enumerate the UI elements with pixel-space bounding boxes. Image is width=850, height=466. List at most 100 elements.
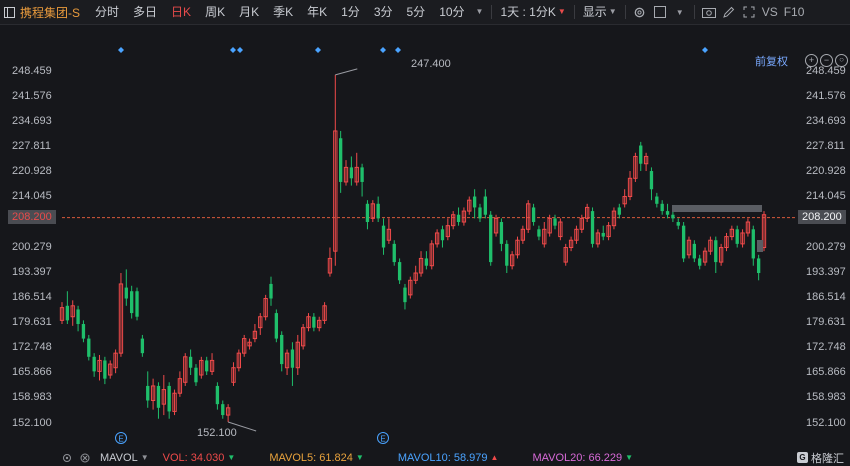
- color-box-icon[interactable]: [650, 0, 670, 24]
- high-price-leader: [335, 68, 358, 76]
- candle-body-down: [665, 211, 670, 215]
- candle-body-down: [221, 404, 225, 416]
- tab-1min[interactable]: 1分: [334, 0, 367, 24]
- candle-body-down: [660, 203, 664, 212]
- candle-body-down: [103, 360, 107, 379]
- settings-icon[interactable]: [630, 0, 650, 24]
- indicator-bar: MAVOL ▼ VOL: 34.030 ▼ MAVOL5: 61.824 ▼ M…: [0, 450, 850, 465]
- price-axis-right-tick: 152.100: [806, 417, 846, 429]
- price-axis-left-tick: 186.514: [12, 291, 52, 303]
- candle-body-down: [531, 207, 536, 223]
- current-price-tag: 208.200: [798, 210, 846, 224]
- candle-body-down: [92, 356, 96, 372]
- candle-body-down: [146, 385, 150, 401]
- mavol20-label: MAVOL20: 66.229: [532, 451, 623, 464]
- price-axis-left-current: 208.200: [8, 210, 56, 224]
- mavol20-value: MAVOL20: 66.229 ▼: [532, 452, 633, 464]
- gear-icon[interactable]: [58, 450, 76, 465]
- price-axis-left-tick: 193.397: [12, 266, 52, 278]
- price-axis-right-tick: 172.748: [806, 341, 846, 353]
- candle-body-down: [290, 349, 295, 368]
- chart-toolbar: 携程集团-S 分时 多日 日K 周K 月K 季K 年K 1分 3分 5分 10分…: [0, 0, 850, 25]
- high-price-annotation: 247.400: [411, 58, 451, 70]
- indicator-select[interactable]: MAVOL ▼: [100, 452, 149, 464]
- vol-value: VOL: 34.030 ▼: [163, 452, 236, 464]
- price-band: [672, 205, 762, 212]
- range-select[interactable]: 1天 : 1分K ▼: [496, 0, 569, 24]
- candle-body-down: [671, 214, 675, 219]
- mavol10-label: MAVOL10: 58.979: [397, 451, 488, 464]
- price-band: [757, 240, 763, 252]
- tab-intraday[interactable]: 分时: [88, 0, 126, 24]
- sidebar-toggle-icon[interactable]: [0, 0, 18, 24]
- candle-body-down: [601, 232, 605, 237]
- candle-body-down: [76, 309, 80, 325]
- price-axis-right-tick: 193.397: [806, 266, 846, 278]
- candle-body-down: [537, 229, 541, 237]
- price-axis-right-tick: 200.279: [806, 241, 846, 253]
- price-axis-left-tick: 227.811: [12, 140, 51, 152]
- mavol10-value: MAVOL10: 58.979 ▲: [398, 452, 499, 464]
- tab-monthly-k[interactable]: 月K: [232, 0, 266, 24]
- candle-body-down: [698, 258, 702, 266]
- toolbar-divider: [491, 5, 493, 19]
- price-axis-left-tick: 179.631: [12, 316, 52, 328]
- tab-quarterly-k[interactable]: 季K: [266, 0, 300, 24]
- candle-body-down: [676, 222, 680, 226]
- price-axis-left-tick: 220.928: [12, 165, 52, 177]
- tab-yearly-k[interactable]: 年K: [300, 0, 334, 24]
- candle-body-down: [489, 214, 493, 263]
- candle-body-down: [312, 316, 316, 328]
- candle-body-down: [135, 291, 139, 317]
- candle-body-down: [376, 203, 380, 219]
- kline-chart[interactable]: EE 前复权 + − ○ 248.459 241.576 234.693 227…: [0, 25, 850, 450]
- event-diamond-icon: [395, 47, 401, 53]
- pencil-icon[interactable]: [719, 0, 739, 24]
- event-diamond-icon: [315, 47, 321, 53]
- tab-multi-day[interactable]: 多日: [126, 0, 164, 24]
- candle-body-down: [167, 385, 171, 412]
- price-axis-right-tick: 241.576: [806, 90, 846, 102]
- candle-body-down: [505, 243, 509, 266]
- close-icon[interactable]: [76, 450, 94, 465]
- candle-body-down: [655, 196, 659, 204]
- event-diamond-icon: [118, 47, 124, 53]
- event-diamond-icon: [380, 47, 386, 53]
- candle-body-down: [65, 305, 70, 321]
- chevron-down-icon: ▼: [140, 453, 149, 462]
- low-price-annotation: 152.100: [197, 427, 237, 439]
- tab-3min[interactable]: 3分: [367, 0, 400, 24]
- tab-daily-k[interactable]: 日K: [164, 0, 198, 24]
- candle-body-down: [81, 324, 86, 339]
- camera-icon[interactable]: [699, 0, 719, 24]
- candle-body-down: [499, 222, 504, 244]
- event-diamond-icon: [230, 47, 236, 53]
- price-axis-right-tick: 214.045: [806, 190, 846, 202]
- f10-button[interactable]: F10: [781, 0, 808, 24]
- price-axis-left-tick: 241.576: [12, 90, 52, 102]
- brand-logo: G 格隆汇: [797, 450, 844, 465]
- display-dropdown[interactable]: 显示 ▼: [579, 0, 621, 24]
- candle-body-down: [751, 229, 755, 259]
- period-more-dropdown[interactable]: ▼: [472, 0, 488, 24]
- compare-button[interactable]: VS: [759, 0, 781, 24]
- display-label: 显示: [582, 5, 607, 19]
- tab-weekly-k[interactable]: 周K: [198, 0, 232, 24]
- price-axis-right-tick: 234.693: [806, 115, 846, 127]
- candle-body-down: [478, 207, 482, 219]
- chevron-down-icon[interactable]: ▼: [670, 0, 690, 24]
- down-arrow-icon: ▼: [625, 453, 634, 462]
- candle-body-down: [215, 385, 220, 405]
- tab-10min[interactable]: 10分: [432, 0, 471, 24]
- indicator-name: MAVOL: [100, 451, 138, 464]
- chevron-down-icon: ▼: [475, 7, 484, 16]
- toolbar-divider: [693, 5, 695, 19]
- adjust-toggle[interactable]: 前复权: [755, 53, 788, 69]
- price-axis-left-tick: 214.045: [12, 190, 52, 202]
- fullscreen-icon[interactable]: [739, 0, 759, 24]
- chevron-down-icon: ▼: [608, 7, 617, 16]
- toolbar-divider: [624, 5, 626, 19]
- candle-body-down: [188, 356, 193, 368]
- tab-5min[interactable]: 5分: [400, 0, 433, 24]
- candle-body-down: [681, 225, 686, 259]
